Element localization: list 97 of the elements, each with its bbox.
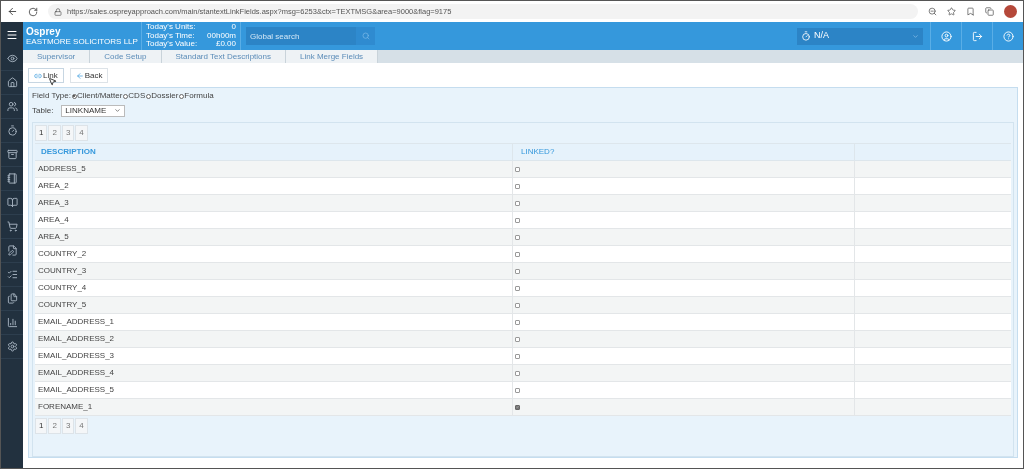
eye-icon[interactable] [6,53,18,64]
zoom-icon[interactable] [928,7,937,16]
radio-label: Formula [184,90,214,102]
profile-icon[interactable] [940,30,952,42]
people-icon[interactable] [6,101,18,112]
caret-icon [912,32,919,40]
archive-icon[interactable] [6,149,18,160]
link-button[interactable]: Link [28,68,64,83]
table-cell-text: EMAIL_ADDRESS_3 [37,350,116,362]
checkbox[interactable] [515,302,520,308]
checkbox[interactable] [515,251,520,257]
global-search-field[interactable]: Global search [246,27,356,45]
link-icon [34,71,42,80]
stat-label: Today's Time: [146,31,195,40]
checkbox[interactable] [515,268,520,274]
cursor-icon [48,77,57,86]
chart-icon[interactable] [6,317,18,328]
page-link[interactable]: 3 [61,125,75,141]
checkbox[interactable] [515,285,520,291]
table-cell-text: ADDRESS_5 [37,163,87,175]
table-cell-text: EMAIL_ADDRESS_4 [37,367,116,379]
radio-button[interactable] [146,93,152,99]
table-cell-text: AREA_3 [37,197,70,209]
breadcrumb-link[interactable]: Standard Text Descriptions [161,50,286,63]
checkbox[interactable] [515,353,520,359]
logout-icon[interactable] [971,30,983,42]
checkbox[interactable] [515,387,520,393]
field-label: Field Type: [32,90,71,102]
document-edit-icon[interactable] [6,245,18,256]
breadcrumb-link[interactable]: Code Setup [90,50,162,63]
table-cell-text: EMAIL_ADDRESS_2 [37,333,116,345]
table-cell-text: COUNTRY_5 [37,299,88,311]
stat-value: 00h00m [207,31,236,41]
table-cell-text: COUNTRY_3 [37,265,88,277]
checkbox[interactable] [515,319,520,325]
page-link[interactable]: 4 [75,125,88,141]
arrow-left-icon [75,71,84,80]
table-cell-text: AREA_4 [37,214,70,226]
column-header: DESCRIPTION [40,146,97,158]
table-cell-text: AREA_5 [37,231,70,243]
help-icon[interactable] [1002,30,1014,42]
timer-icon[interactable] [6,125,18,136]
radio-label: Dossier [151,90,179,102]
reload-icon[interactable] [28,6,38,17]
checkbox[interactable] [515,183,520,189]
menu-icon[interactable] [6,28,18,41]
checkbox[interactable] [515,336,520,342]
collections-icon[interactable] [985,7,994,16]
page-link[interactable]: 4 [75,418,88,434]
table-cell-text: AREA_2 [37,180,70,192]
stopwatch-icon [801,31,811,41]
column-header: LINKED? [512,144,854,160]
radio-label: Client/Matter [77,90,123,102]
logo-text: Osprey [26,26,62,37]
search-icon [361,32,370,40]
radio-label: CDS [128,90,146,102]
checkbox[interactable] [515,217,520,223]
checkbox[interactable] [515,200,520,206]
checkbox[interactable] [515,404,520,410]
favorite-icon[interactable] [947,7,956,16]
table-cell-text: COUNTRY_4 [37,282,88,294]
radio-button[interactable] [123,93,129,99]
checkbox[interactable] [515,166,520,172]
cart-icon[interactable] [6,221,18,232]
stat-label: Today's Value: [146,40,198,49]
table-cell-text: FORENAME_1 [37,401,94,413]
notebook-icon[interactable] [6,173,18,184]
table-cell-text: COUNTRY_2 [37,248,88,260]
copy-icon[interactable] [6,293,18,304]
stat-value: 0 [231,23,236,32]
table-cell-text: EMAIL_ADDRESS_1 [37,316,116,328]
radio-button[interactable] [179,93,185,99]
back-button[interactable]: Back [69,68,109,83]
breadcrumb-link[interactable]: Link Merge Fields [286,50,379,63]
page-link[interactable]: 3 [61,418,75,434]
book-icon[interactable] [6,197,18,208]
stat-label: Today's Units: [146,23,196,32]
timer-select[interactable]: N/A [797,27,923,45]
breadcrumb-link[interactable]: Supervisor [23,50,91,63]
page-link[interactable]: 1 [35,418,48,434]
checkbox[interactable] [515,234,520,240]
page-link[interactable]: 2 [48,125,61,141]
firm-name: EASTMORE SOLICITORS LLP [26,37,138,46]
field-label: Table: [32,104,54,117]
lock-icon [54,7,62,16]
table-select[interactable]: LINKNAME [61,104,126,117]
profile-avatar[interactable] [1004,5,1017,18]
stat-value: £0.00 [215,40,236,49]
page-link[interactable]: 1 [35,125,48,141]
home-icon[interactable] [6,77,18,88]
caret-icon [114,107,122,114]
page-link[interactable]: 2 [48,418,61,434]
radio-button[interactable] [72,93,77,99]
settings-icon[interactable] [6,341,18,352]
checkbox[interactable] [515,370,520,376]
back-icon[interactable] [7,6,18,17]
table-cell-text: EMAIL_ADDRESS_5 [37,384,116,396]
